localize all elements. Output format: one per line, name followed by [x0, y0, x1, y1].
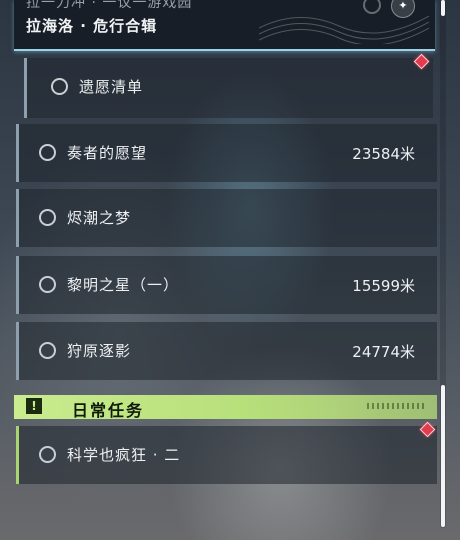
- radio-icon: [51, 78, 68, 95]
- alert-icon: !: [26, 398, 42, 414]
- quest-label: 奏者的愿望: [67, 144, 148, 162]
- quest-label: 烬潮之梦: [67, 209, 132, 227]
- quest-distance: 24774米: [352, 343, 415, 361]
- section-deco: [367, 403, 427, 409]
- radio-icon: [39, 446, 56, 463]
- quest-label: 科学也疯狂 · 二: [67, 446, 181, 464]
- radio-icon: [39, 209, 56, 226]
- quest-item[interactable]: 黎明之星（一） 15599米: [16, 256, 437, 314]
- quest-item[interactable]: 奏者的愿望 23584米: [16, 124, 437, 182]
- radio-icon: [39, 342, 56, 359]
- daily-quests-section-header[interactable]: ! 日常任务: [14, 395, 437, 420]
- quest-item-sub[interactable]: 遗愿清单: [24, 58, 433, 118]
- quest-label: 狩原逐影: [67, 342, 132, 360]
- quest-group-title: 拉海洛 · 危行合辑: [26, 17, 158, 35]
- quest-item[interactable]: 烬潮之梦: [16, 189, 437, 247]
- header-cut-text: 拉一力冲 · 一议一游戏园: [26, 0, 193, 11]
- section-title: 日常任务: [72, 401, 145, 420]
- quest-label: 黎明之星（一）: [67, 276, 180, 294]
- quest-distance: 23584米: [352, 145, 415, 163]
- daily-quest-item[interactable]: 科学也疯狂 · 二: [16, 426, 437, 484]
- radio-icon: [39, 144, 56, 161]
- scrollbar-top: [441, 0, 445, 16]
- radio-icon: [39, 276, 56, 293]
- quest-distance: 15599米: [352, 277, 415, 295]
- scrollbar-thumb[interactable]: [441, 385, 445, 527]
- quest-item[interactable]: 狩原逐影 24774米: [16, 322, 437, 380]
- quest-label: 遗愿清单: [79, 78, 144, 96]
- quest-group-header[interactable]: 拉一力冲 · 一议一游戏园 拉海洛 · 危行合辑 ✦: [14, 0, 435, 51]
